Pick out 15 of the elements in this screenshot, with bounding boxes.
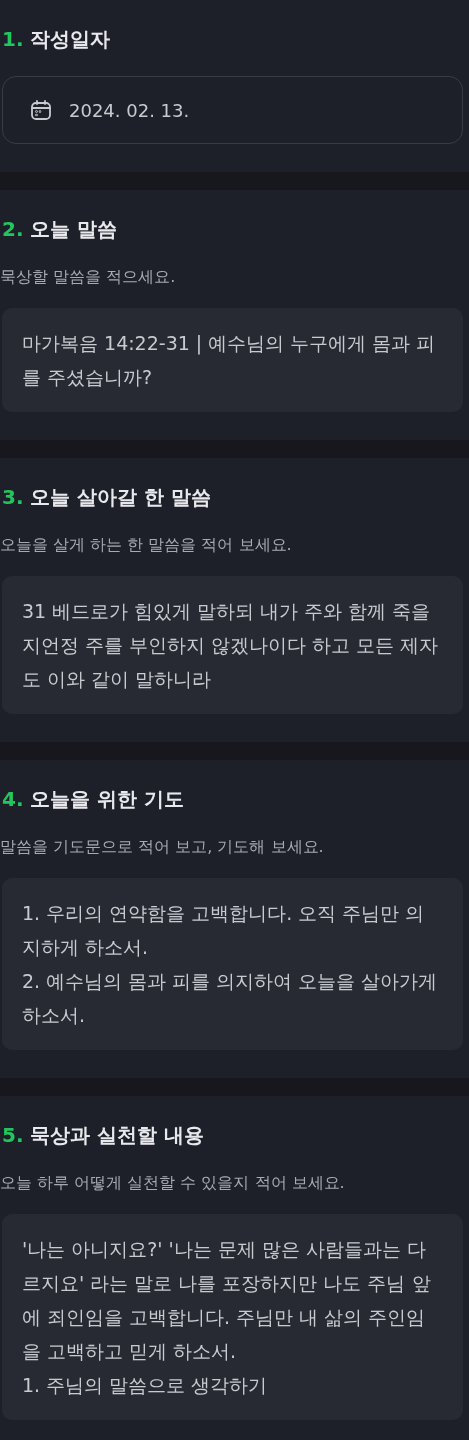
date-field[interactable]: 2024. 02. 13.: [2, 76, 463, 144]
answer-box[interactable]: 마가복음 14:22-31 | 예수님의 누구에게 몸과 피를 주셨습니까?: [2, 308, 463, 412]
section-hint: 묵상할 말씀을 적으세요.: [0, 266, 177, 288]
answer-box[interactable]: 31 베드로가 힘있게 말하되 내가 주와 함께 죽을 지언정 주를 부인하지 않겠나이다 하고 모든 제자도 이와 같이 말하니라: [2, 576, 463, 714]
section-title: 3. 오늘 살아갈 한 말씀: [2, 484, 213, 511]
answer-box[interactable]: 1. 우리의 연약함을 고백합니다. 오직 주님만 의지하게 하소서. 2. 예수님의 몸과 피를 의지하여 오늘을 살아가게 하소서.: [2, 878, 463, 1050]
answer-box[interactable]: '나는 아니지요?' '나는 문제 많은 사람들과는 다르지요' 라는 말로 나를 포장하지만 나도 주님 앞에 죄인임을 고백합니다. 주님만 내 삶의 주인임을 고백하고 믿게 하소서. 1. 주님의 말씀으로 생각하기: [2, 1214, 463, 1420]
section-title: 5. 묵상과 실천할 내용: [2, 1122, 206, 1149]
section-title: 1. 작성일자: [2, 26, 112, 53]
section-hint: 오늘 하루 어떻게 실천할 수 있을지 적어 보세요.: [0, 1172, 346, 1194]
section-title: 4. 오늘을 위한 기도: [2, 786, 186, 813]
section-hint: 오늘을 살게 하는 한 말씀을 적어 보세요.: [0, 534, 293, 556]
section-hint: 말씀을 기도문으로 적어 보고, 기도해 보세요.: [0, 836, 325, 858]
section-title: 2. 오늘 말씀: [2, 216, 119, 243]
calendar-icon: [29, 98, 53, 122]
